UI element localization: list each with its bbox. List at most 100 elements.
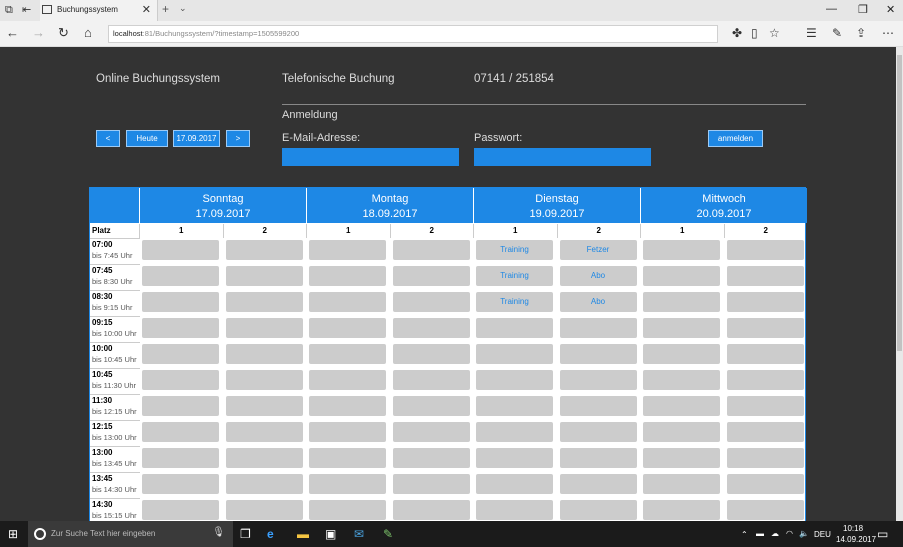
password-input[interactable]: [474, 148, 651, 166]
free-slot[interactable]: [392, 240, 470, 260]
free-slot[interactable]: [643, 318, 720, 338]
free-slot[interactable]: [726, 448, 804, 468]
refresh-icon[interactable]: ↻: [58, 26, 69, 40]
free-slot[interactable]: [643, 292, 720, 312]
free-slot[interactable]: [476, 474, 553, 494]
free-slot[interactable]: [142, 318, 219, 338]
page-scrollbar[interactable]: [896, 47, 903, 521]
free-slot[interactable]: [726, 292, 804, 312]
free-slot[interactable]: [476, 448, 553, 468]
reading-view-icon[interactable]: ▯: [751, 26, 758, 40]
prev-date-button[interactable]: <: [96, 130, 120, 147]
booked-slot[interactable]: Fetzer: [559, 240, 637, 260]
free-slot[interactable]: [225, 344, 303, 364]
task-view-icon[interactable]: ❐: [240, 526, 251, 542]
free-slot[interactable]: [476, 344, 553, 364]
minimize-icon[interactable]: —: [826, 3, 837, 15]
free-slot[interactable]: [643, 344, 720, 364]
free-slot[interactable]: [309, 500, 386, 520]
free-slot[interactable]: [225, 266, 303, 286]
outlook-icon[interactable]: ✉: [354, 526, 364, 542]
store-icon[interactable]: ▣: [325, 526, 336, 542]
free-slot[interactable]: [392, 500, 470, 520]
volume-icon[interactable]: 🔈: [799, 529, 809, 538]
free-slot[interactable]: [476, 318, 553, 338]
free-slot[interactable]: [309, 292, 386, 312]
email-input[interactable]: [282, 148, 459, 166]
restore-icon[interactable]: ❐: [858, 3, 868, 16]
free-slot[interactable]: [559, 396, 637, 416]
windows-start-icon[interactable]: ⊞: [8, 526, 18, 542]
next-date-button[interactable]: >: [226, 130, 250, 147]
notepad-icon[interactable]: ✎: [383, 526, 393, 542]
free-slot[interactable]: [726, 370, 804, 390]
free-slot[interactable]: [142, 448, 219, 468]
free-slot[interactable]: [559, 474, 637, 494]
booked-slot[interactable]: Training: [476, 240, 553, 260]
free-slot[interactable]: [726, 500, 804, 520]
extensions-icon[interactable]: ✤: [732, 26, 742, 40]
taskbar-search[interactable]: Zur Suche Text hier eingeben 🎙: [28, 521, 233, 547]
free-slot[interactable]: [392, 448, 470, 468]
free-slot[interactable]: [392, 344, 470, 364]
free-slot[interactable]: [726, 266, 804, 286]
free-slot[interactable]: [392, 474, 470, 494]
free-slot[interactable]: [559, 500, 637, 520]
free-slot[interactable]: [559, 318, 637, 338]
free-slot[interactable]: [643, 240, 720, 260]
free-slot[interactable]: [225, 318, 303, 338]
free-slot[interactable]: [476, 370, 553, 390]
free-slot[interactable]: [476, 422, 553, 442]
today-button[interactable]: Heute: [126, 130, 168, 147]
free-slot[interactable]: [726, 422, 804, 442]
free-slot[interactable]: [142, 474, 219, 494]
tray-overflow-icon[interactable]: ⌃: [741, 530, 748, 539]
booked-slot[interactable]: Abo: [559, 266, 637, 286]
free-slot[interactable]: [476, 500, 553, 520]
free-slot[interactable]: [309, 448, 386, 468]
free-slot[interactable]: [392, 318, 470, 338]
edge-browser-icon[interactable]: e: [267, 526, 274, 542]
close-tab-icon[interactable]: ✕: [142, 3, 151, 16]
free-slot[interactable]: [309, 474, 386, 494]
free-slot[interactable]: [309, 344, 386, 364]
network-icon[interactable]: ▬: [756, 529, 764, 538]
free-slot[interactable]: [392, 422, 470, 442]
free-slot[interactable]: [225, 500, 303, 520]
tab-menu-chevron-icon[interactable]: ⌄: [179, 3, 187, 14]
free-slot[interactable]: [643, 422, 720, 442]
scrollbar-thumb[interactable]: [897, 55, 902, 351]
free-slot[interactable]: [142, 266, 219, 286]
booked-slot[interactable]: Abo: [559, 292, 637, 312]
web-note-pen-icon[interactable]: ✎: [832, 26, 842, 40]
action-center-icon[interactable]: ▭: [877, 526, 888, 542]
free-slot[interactable]: [225, 396, 303, 416]
onedrive-icon[interactable]: ☁: [771, 529, 779, 538]
input-language[interactable]: DEU: [814, 530, 831, 539]
free-slot[interactable]: [643, 500, 720, 520]
free-slot[interactable]: [559, 448, 637, 468]
free-slot[interactable]: [225, 474, 303, 494]
free-slot[interactable]: [142, 292, 219, 312]
forward-arrow-icon[interactable]: →: [32, 26, 45, 40]
free-slot[interactable]: [225, 370, 303, 390]
free-slot[interactable]: [726, 318, 804, 338]
new-tab-icon[interactable]: +: [162, 2, 169, 16]
free-slot[interactable]: [309, 266, 386, 286]
free-slot[interactable]: [309, 370, 386, 390]
free-slot[interactable]: [559, 370, 637, 390]
free-slot[interactable]: [309, 422, 386, 442]
wifi-icon[interactable]: ◠: [786, 529, 793, 538]
home-icon[interactable]: ⌂: [84, 26, 92, 40]
free-slot[interactable]: [643, 370, 720, 390]
url-field[interactable]: localhost:81/Buchungssystem/?timestamp=1…: [108, 25, 718, 43]
free-slot[interactable]: [142, 370, 219, 390]
back-arrow-icon[interactable]: ←: [6, 26, 19, 40]
window-close-icon[interactable]: ✕: [886, 3, 895, 16]
free-slot[interactable]: [726, 240, 804, 260]
free-slot[interactable]: [392, 370, 470, 390]
booked-slot[interactable]: Training: [476, 266, 553, 286]
free-slot[interactable]: [726, 474, 804, 494]
free-slot[interactable]: [643, 474, 720, 494]
browser-tab[interactable]: Buchungssystem ✕: [40, 0, 158, 21]
